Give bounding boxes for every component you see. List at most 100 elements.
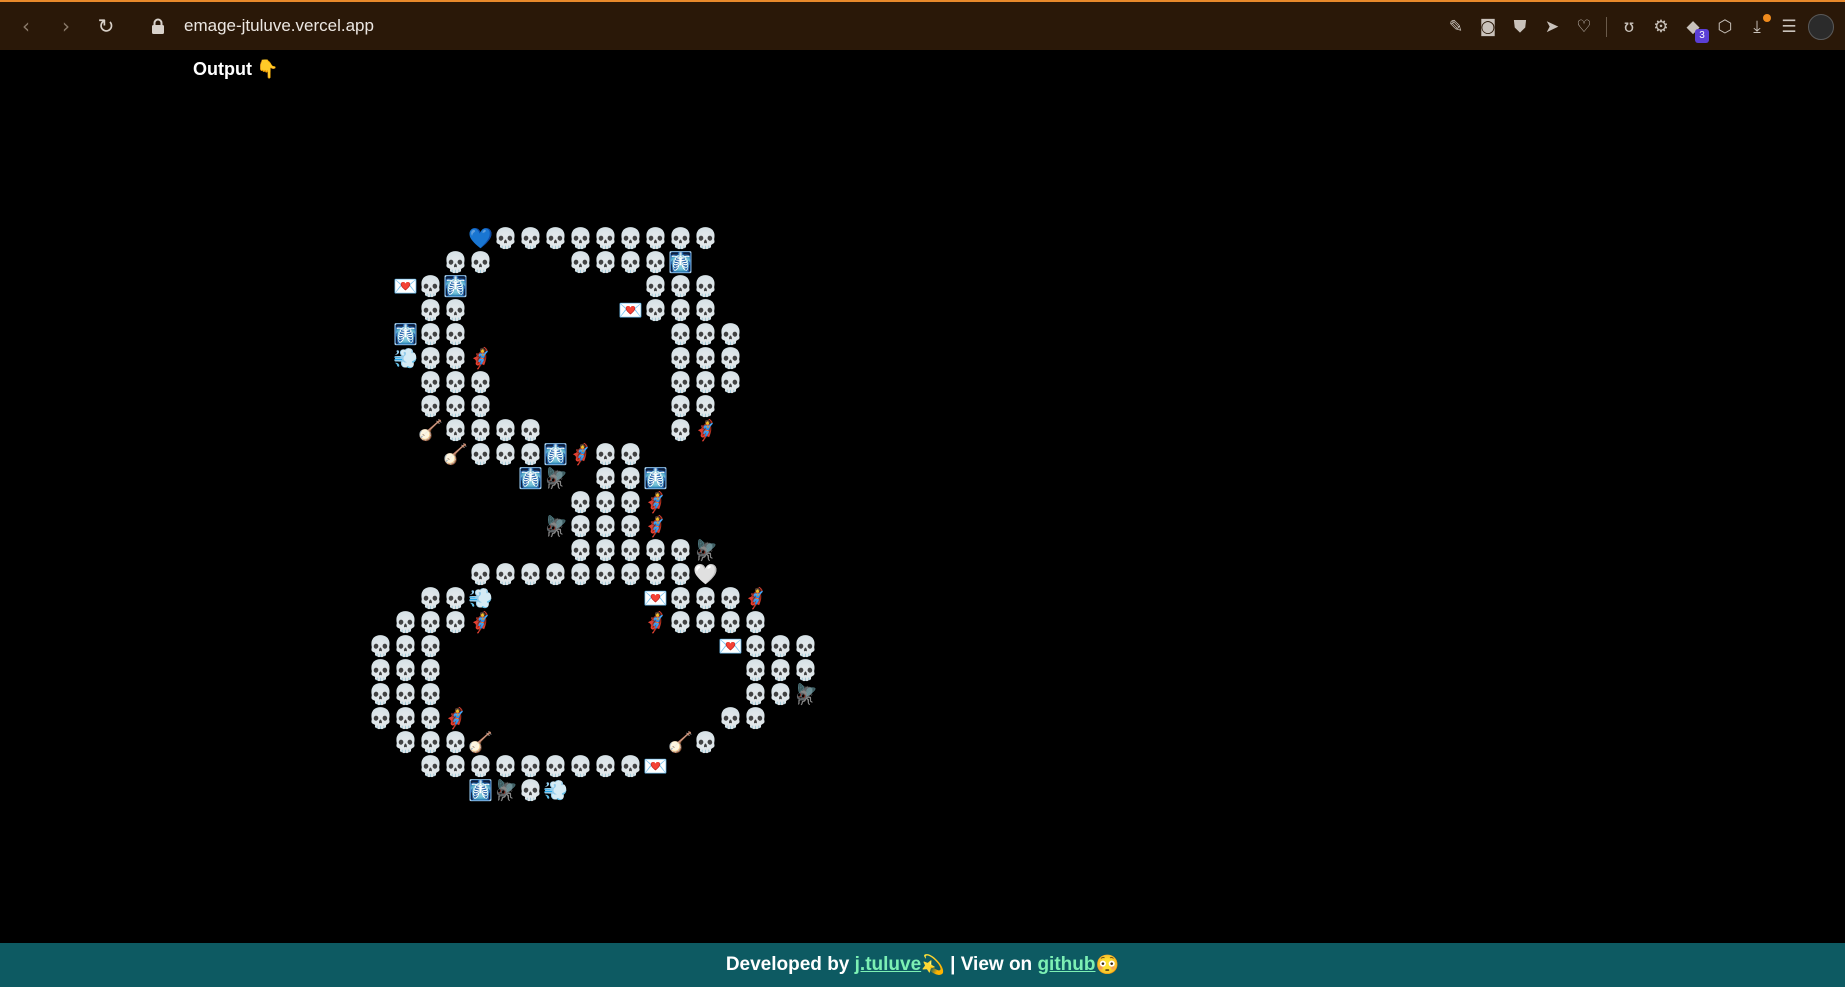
couch-emoji-cell: 🛋 [218,658,243,682]
couch-emoji-cell: 🛋 [968,466,993,490]
cube-icon[interactable]: ⬡ [1709,11,1741,43]
couch-emoji-cell: 🛋 [393,490,418,514]
couch-emoji-cell: 🛋 [643,658,668,682]
couch-emoji-cell: 🛋 [593,634,618,658]
couch-emoji-cell: 🛋 [818,442,843,466]
download-icon[interactable]: ⤓ [1741,11,1773,43]
couch-emoji-cell: 🛋 [293,274,318,298]
couch-emoji-cell: 🛋 [843,682,868,706]
couch-emoji-cell: 🛋 [343,514,368,538]
skull-emoji-cell: 💀 [418,346,443,370]
mosaic-emoji-cell: 🪰 [693,538,718,562]
mosaic-emoji-cell: 🦸 [468,610,493,634]
heart-icon[interactable]: ♡ [1568,11,1600,43]
couch-emoji-cell: 🛋 [368,442,393,466]
shield-icon[interactable]: ⛊ [1504,11,1536,43]
mosaic-emoji-cell: 🦸 [643,514,668,538]
couch-emoji-cell: 🛋 [843,490,868,514]
edit-icon[interactable]: ✎ [1440,11,1472,43]
extension-u-icon[interactable]: ʊ [1613,11,1645,43]
couch-emoji-cell: 🛋 [443,226,468,250]
github-link[interactable]: github [1037,954,1095,976]
couch-emoji-cell: 🛋 [518,802,543,826]
couch-emoji-cell: 🛋 [868,706,893,730]
couch-emoji-cell: 🛋 [618,706,643,730]
couch-emoji-cell: 🛋 [818,514,843,538]
couch-emoji-cell: 🛋 [893,730,918,754]
skull-emoji-cell: 💀 [518,778,543,802]
skull-emoji-cell: 💀 [443,250,468,274]
couch-emoji-cell: 🛋 [718,418,743,442]
skull-emoji-cell: 💀 [493,754,518,778]
couch-emoji-cell: 🛋 [218,754,243,778]
couch-emoji-cell: 🛋 [768,826,793,850]
couch-emoji-cell: 🛋 [393,826,418,850]
couch-emoji-cell: 🛋 [768,322,793,346]
couch-emoji-cell: 🛋 [868,346,893,370]
couch-emoji-cell: 🛋 [843,130,868,154]
couch-emoji-cell: 🛋 [418,250,443,274]
couch-emoji-cell: 🛋 [193,130,218,154]
skull-emoji-cell: 💀 [693,226,718,250]
back-button[interactable]: ‹ [8,8,44,44]
pointing-down-icon: 👇 [255,59,279,79]
couch-emoji-cell: 🛋 [368,562,393,586]
couch-emoji-cell: 🛋 [518,850,543,874]
couch-emoji-cell: 🛋 [593,346,618,370]
couch-emoji-cell: 🛋 [768,394,793,418]
address-bar[interactable]: emage-jtuluve.vercel.app [184,16,374,36]
send-icon[interactable]: ➤ [1536,11,1568,43]
skull-emoji-cell: 💀 [443,754,468,778]
couch-emoji-cell: 🛋 [193,394,218,418]
author-link[interactable]: j.tuluve [855,954,922,976]
diamond-icon[interactable]: ◆ 3 [1677,11,1709,43]
skull-emoji-cell: 💀 [443,730,468,754]
profile-avatar[interactable] [1805,11,1837,43]
couch-emoji-cell: 🛋 [718,802,743,826]
skull-emoji-cell: 💀 [743,682,768,706]
mosaic-emoji-cell: 🩻 [668,250,693,274]
couch-emoji-cell: 🛋 [843,418,868,442]
reload-button[interactable]: ↻ [88,8,124,44]
couch-emoji-cell: 🛋 [343,610,368,634]
couch-emoji-cell: 🛋 [918,322,943,346]
couch-emoji-cell: 🛋 [518,634,543,658]
couch-emoji-cell: 🛋 [793,514,818,538]
skull-emoji-cell: 💀 [668,418,693,442]
settings-sliders-icon[interactable]: ☰ [1773,11,1805,43]
couch-emoji-cell: 🛋 [343,706,368,730]
skull-emoji-cell: 💀 [468,754,493,778]
skull-emoji-cell: 💀 [668,298,693,322]
couch-emoji-cell: 🛋 [343,418,368,442]
flushed-face-icon: 😳 [1095,955,1120,976]
lock-icon[interactable] [150,18,166,35]
chip-icon[interactable]: ⚙ [1645,11,1677,43]
couch-emoji-cell: 🛋 [818,658,843,682]
couch-emoji-cell: 🛋 [243,562,268,586]
forward-button[interactable]: › [48,8,84,44]
camera-icon[interactable]: ◙ [1472,11,1504,43]
couch-emoji-cell: 🛋 [218,442,243,466]
couch-emoji-cell: 🛋 [218,202,243,226]
couch-emoji-cell: 🛋 [518,154,543,178]
couch-emoji-cell: 🛋 [518,274,543,298]
couch-emoji-cell: 🛋 [193,514,218,538]
couch-emoji-cell: 🛋 [793,130,818,154]
couch-emoji-cell: 🛋 [868,130,893,154]
couch-emoji-cell: 🛋 [293,754,318,778]
couch-emoji-cell: 🛋 [968,250,993,274]
couch-emoji-cell: 🛋 [543,178,568,202]
skull-emoji-cell: 💀 [393,658,418,682]
skull-emoji-cell: 💀 [668,610,693,634]
couch-emoji-cell: 🛋 [343,130,368,154]
couch-emoji-cell: 🛋 [768,226,793,250]
couch-emoji-cell: 🛋 [843,298,868,322]
couch-emoji-cell: 🛋 [868,154,893,178]
couch-emoji-cell: 🛋 [968,658,993,682]
couch-emoji-cell: 🛋 [368,178,393,202]
emoji-mosaic: 🛋 🛋 🛋 🛋 🛋 🛋 🛋 🛋 🛋 🛋 🛋 🛋 🛋 🛋 🛋 🛋 🛋 🛋 🛋 🛋 🛋 🛋 🛋 🛋 🛋 🛋 🛋 🛋 🛋 🛋 🛋 🛋 🛋 🛋 🛋 🛋 🛋 🛋 🛋 🛋… [193,130,993,898]
couch-emoji-cell: 🛋 [218,730,243,754]
couch-emoji-cell: 🛋 [968,226,993,250]
couch-emoji-cell: 🛋 [668,154,693,178]
couch-emoji-cell: 🛋 [568,370,593,394]
